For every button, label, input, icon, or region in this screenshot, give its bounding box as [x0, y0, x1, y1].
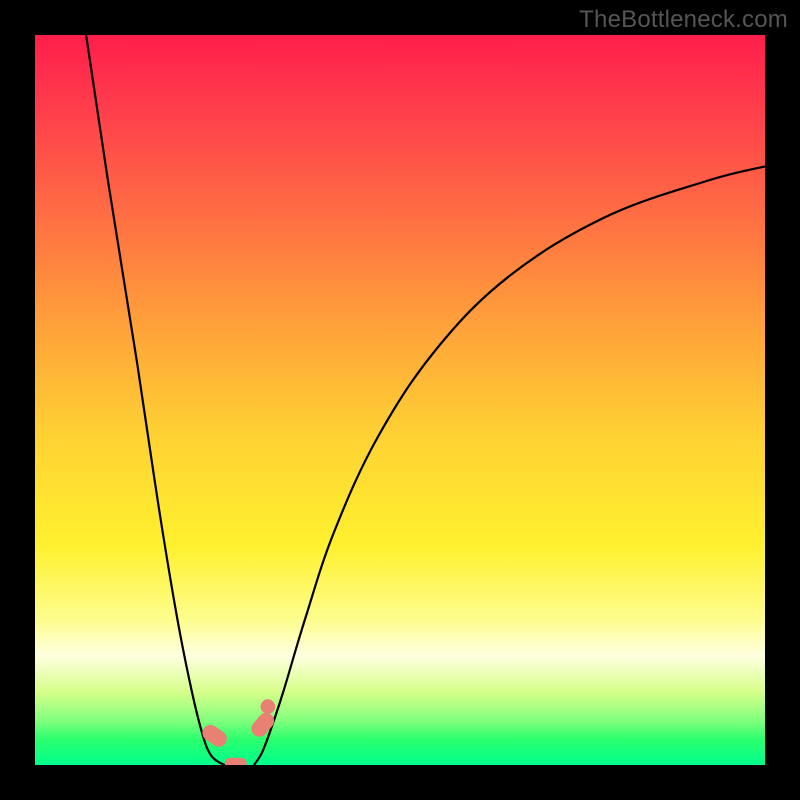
curve-left-branch — [86, 35, 225, 765]
marker-pill — [248, 710, 277, 740]
marker-pill — [225, 758, 247, 765]
plot-area — [35, 35, 765, 765]
watermark-text: TheBottleneck.com — [579, 6, 788, 34]
chart-container: TheBottleneck.com — [0, 0, 800, 800]
marker-dot — [261, 699, 276, 714]
curve-group — [86, 35, 765, 765]
marker-pill — [199, 722, 230, 750]
curve-right-branch — [254, 166, 765, 765]
chart-svg — [35, 35, 765, 765]
